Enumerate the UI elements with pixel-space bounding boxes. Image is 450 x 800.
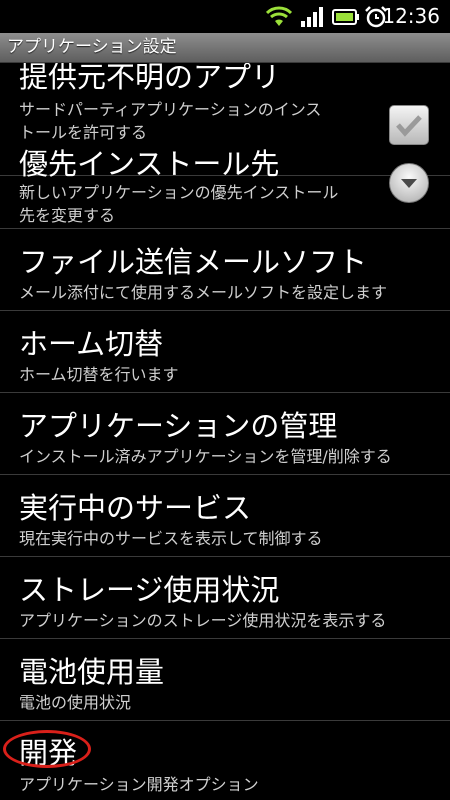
item-title: 優先インストール先 [19,147,280,181]
item-subtitle: インストール済みアプリケーションを管理/削除する [19,447,392,466]
item-subtitle-line1: 新しいアプリケーションの優先インストール [19,183,339,202]
signal-icon [300,0,324,33]
item-subtitle-line1: サードパーティアプリケーションのインス [19,100,322,119]
chevron-down-icon [401,179,417,188]
item-subtitle-line2: 先を変更する [19,206,116,225]
item-subtitle: アプリケーション開発オプション [19,775,259,794]
item-title: ファイル送信メールソフト [19,245,368,279]
list-item-home-switch[interactable]: ホーム切替 ホーム切替を行います [0,311,450,393]
list-item-storage-use[interactable]: ストレージ使用状況 アプリケーションのストレージ使用状況を表示する [0,557,450,639]
item-title: アプリケーションの管理 [19,409,338,443]
preferred-install-dropdown[interactable] [389,163,429,203]
item-title: ストレージ使用状況 [19,573,280,607]
list-item-preferred-install[interactable]: 優先インストール先 新しいアプリケーションの優先インストール 先を変更する [0,139,450,229]
list-item-running-services[interactable]: 実行中のサービス 現在実行中のサービスを表示して制御する [0,475,450,557]
item-subtitle: ホーム切替を行います [19,365,179,384]
wifi-icon [266,0,292,33]
status-bar: 12:36 [0,0,450,33]
item-subtitle: 現在実行中のサービスを表示して制御する [19,529,323,548]
item-title: 電池使用量 [19,655,165,689]
clock: 12:36 [382,4,440,28]
list-item-mail-software[interactable]: ファイル送信メールソフト メール添付にて使用するメールソフトを設定します [0,229,450,311]
item-subtitle: メール添付にて使用するメールソフトを設定します [19,283,388,302]
item-title: ホーム切替 [19,327,164,361]
item-title: 提供元不明のアプリ [19,63,281,94]
settings-list[interactable]: 提供元不明のアプリ サードパーティアプリケーションのインス トールを許可する 優… [0,63,450,800]
page-title: アプリケーション設定 [7,37,177,57]
title-bar: アプリケーション設定 [0,33,450,63]
list-item-development[interactable]: 開発 アプリケーション開発オプション [0,721,450,800]
item-subtitle: アプリケーションのストレージ使用状況を表示する [19,611,387,630]
item-subtitle: 電池の使用状況 [19,693,132,712]
list-item-battery-use[interactable]: 電池使用量 電池の使用状況 [0,639,450,721]
item-title: 実行中のサービス [19,491,252,525]
item-title: 開発 [19,736,78,770]
battery-icon [332,0,360,33]
list-item-manage-apps[interactable]: アプリケーションの管理 インストール済みアプリケーションを管理/削除する [0,393,450,475]
